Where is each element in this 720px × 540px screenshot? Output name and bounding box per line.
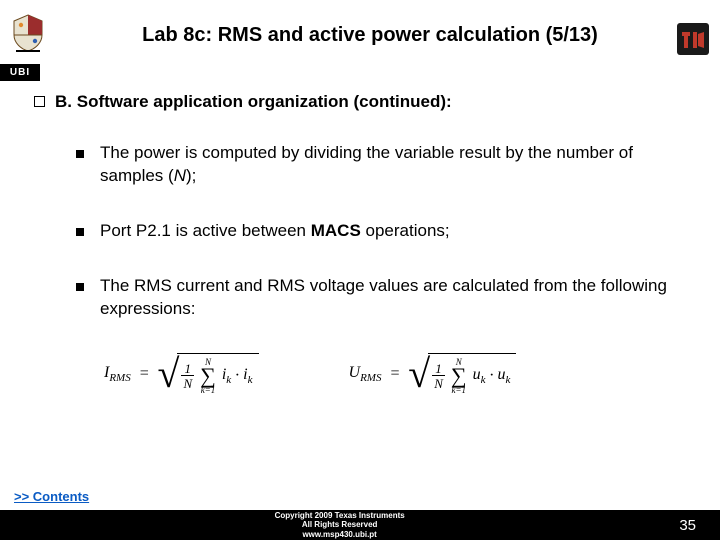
- crest-logo: [6, 11, 50, 55]
- formula-row: IRMS = √ 1N N∑k=1 ik · ik URMS =: [34, 353, 686, 396]
- footer-url: www.msp430.ubi.pt: [0, 530, 679, 540]
- section-label: B.: [55, 92, 72, 111]
- copyright-line1: Copyright 2009 Texas Instruments: [0, 511, 679, 521]
- footer-bar: Copyright 2009 Texas Instruments All Rig…: [0, 510, 720, 540]
- ubi-badge: UBI: [0, 64, 40, 81]
- section-heading-text: Software application organization (conti…: [77, 92, 452, 111]
- hollow-bullet-icon: [34, 96, 45, 107]
- page-number: 35: [679, 517, 696, 534]
- bullet-text: Port P2.1 is active between MACS operati…: [100, 220, 450, 243]
- copyright-line2: All Rights Reserved: [0, 520, 679, 530]
- formula-irms: IRMS = √ 1N N∑k=1 ik · ik: [104, 353, 259, 396]
- ti-logo: [676, 22, 710, 56]
- slide-title: Lab 8c: RMS and active power calculation…: [50, 17, 720, 48]
- solid-bullet-icon: [76, 150, 84, 158]
- slide-header: Lab 8c: RMS and active power calculation…: [0, 0, 720, 64]
- list-item: The power is computed by dividing the va…: [76, 142, 686, 188]
- list-item: Port P2.1 is active between MACS operati…: [76, 220, 686, 243]
- section-heading: B. Software application organization (co…: [34, 92, 686, 112]
- list-item: The RMS current and RMS voltage values a…: [76, 275, 686, 321]
- formula-urms: URMS = √ 1N N∑k=1 uk · uk: [349, 353, 517, 396]
- solid-bullet-icon: [76, 228, 84, 236]
- slide-footer: >> Contents Copyright 2009 Texas Instrum…: [0, 488, 720, 540]
- copyright-block: Copyright 2009 Texas Instruments All Rig…: [0, 511, 679, 540]
- bullet-text: The RMS current and RMS voltage values a…: [100, 275, 686, 321]
- solid-bullet-icon: [76, 283, 84, 291]
- contents-link[interactable]: >> Contents: [14, 489, 89, 504]
- slide-body: B. Software application organization (co…: [0, 64, 720, 396]
- bullet-list: The power is computed by dividing the va…: [34, 142, 686, 321]
- bullet-text: The power is computed by dividing the va…: [100, 142, 686, 188]
